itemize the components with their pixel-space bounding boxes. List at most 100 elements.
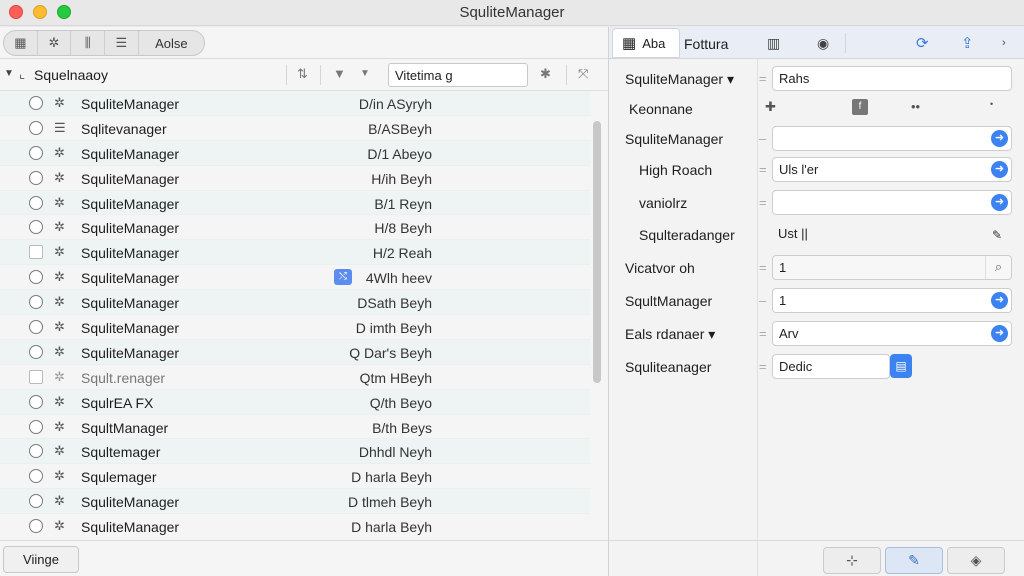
row-checkbox[interactable]	[29, 245, 43, 260]
table-row[interactable]: ✲ SquliteManager H/8 Beyh	[0, 215, 590, 241]
row-radio[interactable]	[29, 170, 43, 185]
row-name: Squltemager	[81, 444, 161, 461]
book-icon[interactable]: ▥	[767, 35, 780, 52]
go-arrow-icon[interactable]: ➜	[991, 161, 1008, 178]
table-row[interactable]: ✲ SqultManager B/th Beys	[0, 415, 590, 440]
add-icon[interactable]: ✚	[765, 99, 776, 115]
row-name: SquliteManager	[81, 494, 180, 511]
table-row[interactable]: ✲ Sqult.renager Qtm HBeyh	[0, 365, 590, 390]
go-arrow-icon[interactable]: ➜	[991, 325, 1008, 342]
text-field[interactable]: Uls l'er ➜	[772, 157, 1012, 182]
disclosure-triangle-icon[interactable]: ▼	[4, 68, 14, 79]
text-field[interactable]: Rahs	[772, 66, 1012, 91]
vertical-scrollbar[interactable]	[593, 121, 601, 383]
form-label[interactable]: SquliteManager ▾	[625, 71, 734, 88]
tools-icon[interactable]: ✲	[38, 31, 72, 55]
footer-button[interactable]: Viinge	[3, 546, 79, 573]
location-icon[interactable]: ◈	[947, 547, 1005, 574]
row-value: D imth Beyh	[355, 320, 432, 337]
form-label: Keonnane	[629, 101, 693, 117]
row-radio[interactable]	[29, 394, 43, 409]
text-field[interactable]: ➜	[772, 126, 1012, 151]
clipboard-icon[interactable]: ▤	[890, 354, 912, 378]
search-icon[interactable]: ⌕	[985, 256, 1011, 279]
table-row[interactable]: ✲ SquliteManager ⤭ 4Wlh heev	[0, 265, 590, 291]
table-row[interactable]: ✲ SquliteManager D/in ASyryh	[0, 91, 590, 116]
share-icon[interactable]: ⟳	[916, 34, 929, 52]
table-row[interactable]: ✲ SquliteManager B/1 Reyn	[0, 190, 590, 216]
export-icon[interactable]: ⇪	[961, 34, 974, 52]
align-icon[interactable]: ⊹	[823, 547, 881, 574]
row-radio[interactable]	[29, 295, 43, 310]
row-checkbox[interactable]	[29, 369, 43, 384]
sort-icon[interactable]: ⇅	[297, 66, 308, 82]
row-radio[interactable]	[29, 344, 43, 359]
row-name: SquliteManager	[81, 519, 180, 536]
table-row[interactable]: ✲ SquliteManager H/2 Reah	[0, 240, 590, 266]
refresh-icon[interactable]: ⤧	[578, 66, 588, 82]
edit-icon[interactable]: ✎	[885, 547, 943, 574]
pencil-icon[interactable]: ✎	[992, 228, 1002, 242]
text-field[interactable]: Ust ||	[772, 222, 1012, 247]
gear-icon[interactable]: ✱	[540, 66, 551, 82]
table-row[interactable]: ☰ Sqlitevanager B/ASBeyh	[0, 116, 590, 141]
row-value: D harla Beyh	[351, 469, 432, 486]
text-field[interactable]: ➜	[772, 190, 1012, 215]
field-value: Arv	[779, 326, 799, 341]
overflow-chevron-icon[interactable]: ›	[1002, 37, 1006, 49]
table-row[interactable]: ✲ SquliteManager D/1 Abeyo	[0, 140, 590, 166]
row-name: SquliteManager	[81, 320, 180, 337]
text-field[interactable]: Arv ➜	[772, 321, 1012, 346]
go-arrow-icon[interactable]: ➜	[991, 292, 1008, 309]
text-field[interactable]: Dedic	[772, 354, 890, 379]
row-radio[interactable]	[29, 494, 43, 509]
key-icon[interactable]: f	[852, 99, 868, 115]
row-radio[interactable]	[29, 120, 43, 135]
row-radio[interactable]	[29, 444, 43, 459]
row-radio[interactable]	[29, 195, 43, 210]
row-radio[interactable]	[29, 320, 43, 335]
table-row[interactable]: ✲ SquliteManager Q Dar's Beyh	[0, 339, 590, 365]
row-radio[interactable]	[29, 519, 43, 534]
chevron-down-icon[interactable]: ▼	[360, 68, 370, 79]
wrench-icon: ✲	[54, 468, 65, 484]
right-tab-bar: ▦ Aba Fottura ▥ ◉ ⟳ ⇪ ›	[609, 27, 1024, 59]
table-row[interactable]: ✲ SquliteManager DSath Beyh	[0, 290, 590, 316]
settings-icon[interactable]: ◉	[817, 35, 829, 52]
table-rows: ✲ SquliteManager D/in ASyryh ☰ Sqlitevanage…	[0, 91, 590, 536]
row-radio[interactable]	[29, 96, 43, 110]
table-row[interactable]: ✲ SquliteManager D harla Beyh	[0, 514, 590, 536]
table-row[interactable]: ✲ SqulrEA FX Q/th Beyo	[0, 389, 590, 415]
toolbar-label-button[interactable]: Aolse	[139, 31, 204, 55]
row-radio[interactable]	[29, 419, 43, 434]
row-radio[interactable]	[29, 469, 43, 484]
go-arrow-icon[interactable]: ➜	[991, 194, 1008, 211]
table-row[interactable]: ✲ SquliteManager D tlmeh Beyh	[0, 489, 590, 515]
tab-aba-label: Aba	[642, 35, 666, 51]
more-icon[interactable]: ••	[911, 99, 920, 114]
table-row[interactable]: ✲ Squltemager Dhhdl Neyh	[0, 439, 590, 465]
header-divider	[320, 65, 321, 85]
row-radio[interactable]	[29, 270, 43, 285]
equals-marker: =	[759, 260, 767, 275]
columns-icon[interactable]: ⫼	[71, 31, 106, 55]
tab-aba[interactable]: ▦ Aba	[612, 28, 680, 58]
row-value: Qtm HBeyh	[359, 369, 432, 386]
list-icon[interactable]: ☰	[105, 31, 139, 55]
form-label: Vicatvor oh	[625, 260, 695, 276]
tab-fottura[interactable]: Fottura	[684, 36, 728, 52]
form-label[interactable]: Eals rdanaer ▾	[625, 326, 715, 343]
text-field[interactable]: 1 ➜	[772, 288, 1012, 313]
table-row[interactable]: ✲ SquliteManager D imth Beyh	[0, 315, 590, 340]
row-radio[interactable]	[29, 220, 43, 235]
search-field[interactable]: 1 ⌕	[772, 255, 1012, 280]
dot-icon[interactable]: •	[990, 99, 993, 109]
go-arrow-icon[interactable]: ➜	[991, 130, 1008, 147]
tree-header: ▼ ⌞ Squelnaaoy ⇅ ▼ ▼ ✱ ⤧	[0, 59, 608, 91]
search-input[interactable]	[388, 63, 528, 87]
filter-icon[interactable]: ▼	[333, 66, 346, 81]
row-radio[interactable]	[29, 145, 43, 160]
table-row[interactable]: ✲ Squlemager D harla Beyh	[0, 464, 590, 490]
table-row[interactable]: ✲ SquliteManager H/ih Beyh	[0, 166, 590, 191]
database-icon[interactable]: ▦	[4, 31, 38, 55]
